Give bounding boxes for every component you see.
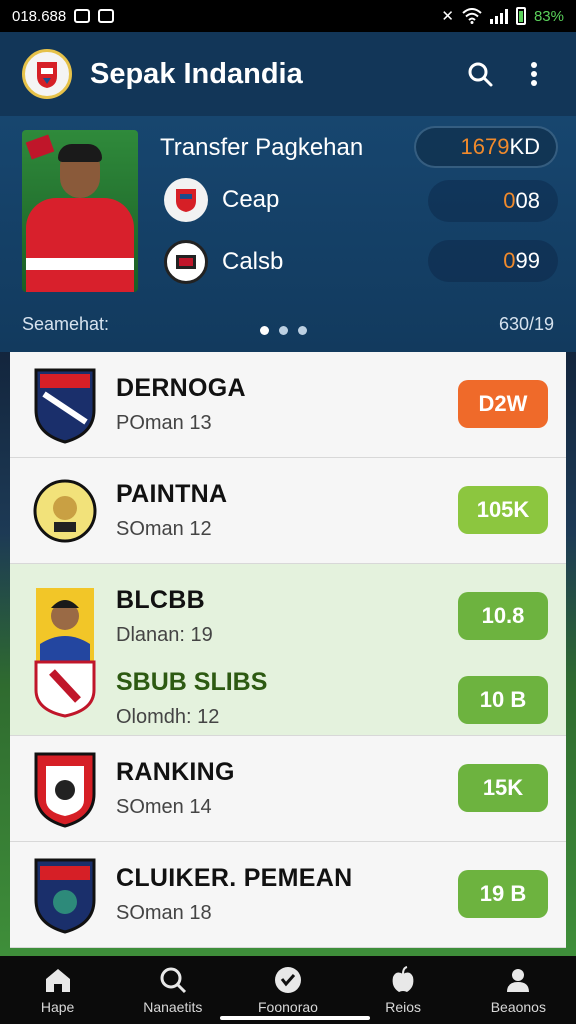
club-crest-icon <box>34 368 96 444</box>
club-row-ceap[interactable]: Ceap <box>164 178 279 222</box>
transfer-value-unit: KD <box>509 134 540 159</box>
item-title: RANKING <box>116 758 235 786</box>
player-photo-card[interactable] <box>22 130 138 292</box>
home-indicator[interactable] <box>220 1016 370 1020</box>
carousel-dot[interactable] <box>279 326 288 335</box>
item-subtitle: POman 13 <box>116 412 212 434</box>
home-icon <box>45 969 70 992</box>
item-title: BLCBB <box>116 586 205 614</box>
card-badge <box>25 134 55 160</box>
apple-icon <box>392 966 414 992</box>
app-title: Sepak Indandia <box>90 57 303 90</box>
club-list: DERNOGA POman 13 D2W PAINTNA SOman 12 10… <box>10 352 566 948</box>
transfer-panel[interactable]: Transfer Pagkehan 1679 KD Ceap 0 08 Calsb … <box>0 116 576 352</box>
nav-reios[interactable]: Reios <box>353 965 453 1015</box>
bottom-navigation: Hape Nanaetits Foonorao Reios Beaonos <box>0 956 576 1024</box>
nav-label: Nanaetits <box>143 999 203 1015</box>
item-subtitle: Dlanan: 19 <box>116 624 213 646</box>
club-value-pill[interactable]: 0 99 <box>428 240 558 282</box>
person-icon <box>507 969 530 992</box>
footer-left-label: Seamehat: <box>22 314 110 334</box>
ball-icon <box>274 967 301 993</box>
club-value-pill[interactable]: 0 08 <box>428 180 558 222</box>
battery-level: 83% <box>533 7 564 25</box>
status-bar: 018.688 ✕ 83% <box>0 0 576 32</box>
value-badge[interactable]: 105K <box>458 486 548 534</box>
notification-icon <box>74 9 91 23</box>
item-subtitle: SOman 12 <box>116 518 212 540</box>
value-badge[interactable]: 15K <box>458 764 548 812</box>
notification-icon-2 <box>98 9 115 23</box>
club-name: Calsb <box>222 248 284 275</box>
nav-football[interactable]: Foonorao <box>238 965 338 1015</box>
item-subtitle: SOman 18 <box>116 902 212 924</box>
club-crest-icon <box>33 479 97 543</box>
list-item[interactable]: PAINTNA SOman 12 105K <box>10 458 566 564</box>
mute-icon: ✕ <box>441 8 454 25</box>
nav-search[interactable]: Nanaetits <box>123 965 223 1015</box>
transfer-value-number: 1679 <box>460 134 510 159</box>
more-options-button[interactable] <box>514 54 554 94</box>
club-value-number: 0 <box>503 188 516 213</box>
nav-label: Hape <box>40 999 75 1015</box>
value-badge[interactable]: 19 B <box>458 870 548 918</box>
club-row-calsb[interactable]: Calsb <box>164 240 283 284</box>
item-secondary-subtitle: Olomdh: 12 <box>116 706 220 728</box>
transfer-title: Transfer Pagkehan <box>160 134 364 161</box>
player-hair <box>58 144 102 162</box>
value-badge[interactable]: 10.8 <box>458 592 548 640</box>
list-item[interactable]: CLUIKER. PEMEAN SOman 18 19 B <box>10 842 566 948</box>
player-crest-icon <box>34 588 96 718</box>
battery-icon <box>515 7 526 25</box>
signal-icon <box>489 8 508 24</box>
list-item-highlighted[interactable]: BLCBB Dlanan: 19 SBUB SLIBS Olomdh: 12 1… <box>10 564 566 736</box>
carousel-indicator[interactable] <box>260 326 307 335</box>
player-jersey <box>26 198 134 292</box>
club-value-rest: 08 <box>515 188 540 213</box>
footer-right-value: 630/19 <box>498 314 554 334</box>
app-logo[interactable] <box>22 49 72 99</box>
item-title: PAINTNA <box>116 480 228 508</box>
search-button[interactable] <box>460 54 500 94</box>
transfer-value-pill[interactable]: 1679 KD <box>414 126 558 168</box>
list-item[interactable]: RANKING SOmen 14 15K <box>10 736 566 842</box>
item-title: CLUIKER. PEMEAN <box>116 864 353 892</box>
nav-profile[interactable]: Beaonos <box>468 965 568 1015</box>
logo-crest-icon <box>37 62 57 88</box>
list-item[interactable]: DERNOGA POman 13 D2W <box>10 352 566 458</box>
search-icon <box>468 62 493 87</box>
club-name: Ceap <box>222 186 280 213</box>
club-logo-icon <box>164 240 208 284</box>
wifi-icon <box>462 8 482 24</box>
value-badge[interactable]: D2W <box>458 380 548 428</box>
more-vertical-icon <box>531 62 537 86</box>
carousel-dot[interactable] <box>260 326 269 335</box>
app-header: Sepak Indandia <box>0 32 576 116</box>
nav-label: Reios <box>385 999 422 1015</box>
jersey-stripe <box>26 258 134 270</box>
nav-label: Beaonos <box>490 999 546 1015</box>
club-value-rest: 99 <box>515 248 540 273</box>
status-time: 018.688 <box>12 7 67 25</box>
club-crest-icon <box>34 858 96 934</box>
item-subtitle: SOmen 14 <box>116 796 212 818</box>
item-secondary-title: SBUB SLIBS <box>116 668 268 696</box>
value-badge-secondary[interactable]: 10 B <box>458 676 548 724</box>
item-title: DERNOGA <box>116 374 246 402</box>
nav-label: Foonorao <box>258 999 318 1015</box>
nav-home[interactable]: Hape <box>8 965 108 1015</box>
club-crest-icon <box>34 752 96 828</box>
carousel-dot[interactable] <box>298 326 307 335</box>
club-value-number: 0 <box>503 248 516 273</box>
club-logo-icon <box>164 178 208 222</box>
search-icon <box>160 967 186 994</box>
